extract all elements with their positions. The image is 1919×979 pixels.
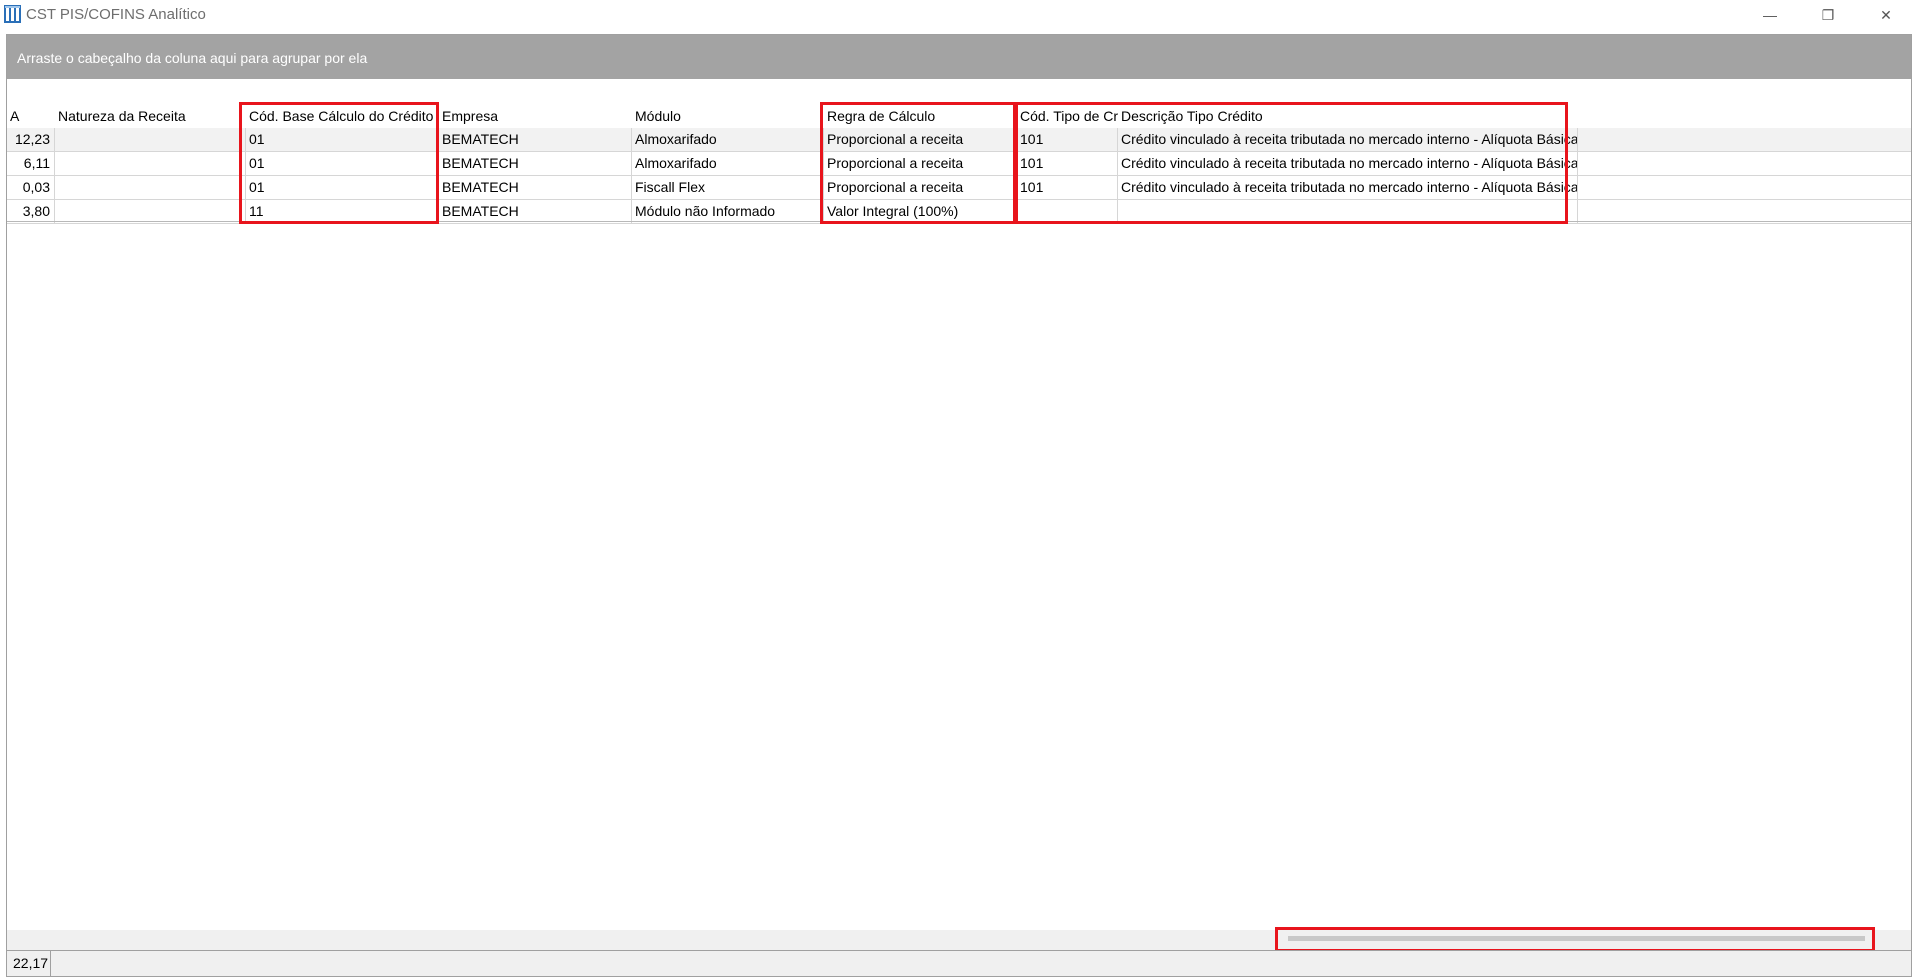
column-header-empresa[interactable]: Empresa [439,105,632,127]
grid-divider [7,221,1911,222]
cell-empresa[interactable]: BEMATECH [439,128,632,151]
cell-cod-base-calculo[interactable]: 01 [246,176,439,199]
close-icon: ✕ [1880,6,1892,23]
cell-descricao-tipo-credito[interactable]: Crédito vinculado à receita tributada no… [1118,176,1578,199]
cell-regra-calculo[interactable]: Valor Integral (100%) [824,200,1017,223]
cell-cod-base-calculo[interactable]: 11 [246,200,439,223]
table-row[interactable]: 0,03 01 BEMATECH Fiscall Flex Proporcion… [7,176,1911,200]
minimize-button[interactable]: — [1741,0,1799,30]
cell-empresa[interactable]: BEMATECH [439,200,632,223]
cell-natureza-receita[interactable] [55,152,246,175]
title-bar: CST PIS/COFINS Analítico — ❐ ✕ [0,0,1919,30]
close-button[interactable]: ✕ [1857,0,1915,30]
cell-cod-tipo-credito[interactable]: 101 [1017,128,1118,151]
group-by-hint: Arraste o cabeçalho da coluna aqui para … [17,50,368,66]
cell-a[interactable]: 6,11 [7,152,55,175]
minimize-icon: — [1763,7,1777,23]
cell-natureza-receita[interactable] [55,128,246,151]
app-icon [4,5,21,23]
cell-natureza-receita[interactable] [55,176,246,199]
table-row[interactable]: 12,23 01 BEMATECH Almoxarifado Proporcio… [7,128,1911,152]
cell-descricao-tipo-credito[interactable]: Crédito vinculado à receita tributada no… [1118,152,1578,175]
table-row[interactable]: 6,11 01 BEMATECH Almoxarifado Proporcion… [7,152,1911,176]
cell-cod-tipo-credito[interactable] [1017,200,1118,223]
cell-modulo[interactable]: Módulo não Informado [632,200,824,223]
cell-natureza-receita[interactable] [55,200,246,223]
cell-empresa[interactable]: BEMATECH [439,176,632,199]
data-grid[interactable]: A Natureza da Receita Cód. Base Cálculo … [7,105,1911,224]
column-header-a[interactable]: A [7,105,55,127]
summary-footer: 22,17 [7,950,1911,976]
column-header-cod-tipo-credito[interactable]: Cód. Tipo de Cre [1017,105,1118,127]
footer-total: 22,17 [7,951,51,976]
cell-modulo[interactable]: Fiscall Flex [632,176,824,199]
cell-modulo[interactable]: Almoxarifado [632,152,824,175]
maximize-button[interactable]: ❐ [1799,0,1857,30]
cell-descricao-tipo-credito[interactable] [1118,200,1578,223]
cell-a[interactable]: 12,23 [7,128,55,151]
restore-icon: ❐ [1821,6,1835,23]
cell-regra-calculo[interactable]: Proporcional a receita [824,128,1017,151]
column-header-cod-base-calculo[interactable]: Cód. Base Cálculo do Crédito [246,105,439,127]
cell-a[interactable]: 3,80 [7,200,55,223]
cell-regra-calculo[interactable]: Proporcional a receita [824,176,1017,199]
column-header-modulo[interactable]: Módulo [632,105,824,127]
cell-a[interactable]: 0,03 [7,176,55,199]
cell-cod-base-calculo[interactable]: 01 [246,152,439,175]
cell-cod-tipo-credito[interactable]: 101 [1017,176,1118,199]
cell-cod-base-calculo[interactable]: 01 [246,128,439,151]
horizontal-scrollbar-thumb[interactable] [1288,936,1865,941]
window-title: CST PIS/COFINS Analítico [26,6,206,23]
column-header-descricao-tipo-credito[interactable]: Descrição Tipo Crédito [1118,105,1578,127]
cell-cod-tipo-credito[interactable]: 101 [1017,152,1118,175]
group-by-panel[interactable]: Arraste o cabeçalho da coluna aqui para … [7,35,1911,79]
cell-modulo[interactable]: Almoxarifado [632,128,824,151]
column-header-natureza-receita[interactable]: Natureza da Receita [55,105,246,127]
cell-regra-calculo[interactable]: Proporcional a receita [824,152,1017,175]
column-header-regra-calculo[interactable]: Regra de Cálculo [824,105,1017,127]
cell-descricao-tipo-credito[interactable]: Crédito vinculado à receita tributada no… [1118,128,1578,151]
cell-empresa[interactable]: BEMATECH [439,152,632,175]
